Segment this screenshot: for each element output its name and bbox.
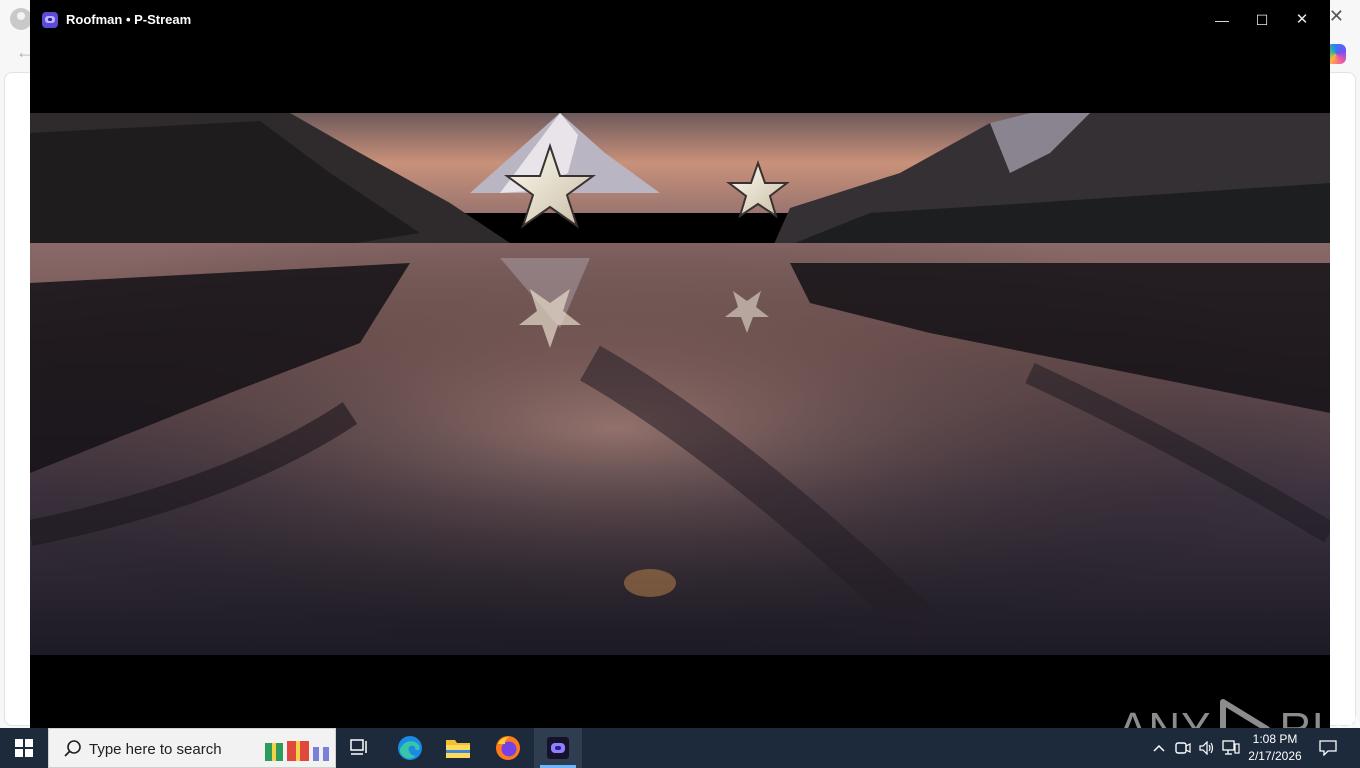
speaker-icon	[1199, 741, 1214, 755]
show-hidden-icons-button[interactable]	[1148, 728, 1170, 768]
meet-now-icon	[1175, 742, 1191, 754]
start-button[interactable]	[0, 728, 48, 768]
browser-close-icon[interactable]: ✕	[1329, 6, 1344, 27]
edge-taskbar-button[interactable]	[386, 728, 434, 768]
close-button[interactable]: ✕	[1290, 8, 1314, 32]
pstream-icon	[547, 737, 569, 759]
notification-icon	[1319, 740, 1337, 756]
file-explorer-taskbar-button[interactable]	[434, 728, 482, 768]
edge-icon	[398, 736, 422, 760]
search-icon	[64, 740, 81, 757]
notification-center-button[interactable]	[1314, 728, 1342, 768]
video-player[interactable]: ANY RUN	[30, 40, 1360, 759]
firefox-icon	[496, 736, 520, 760]
minimize-button[interactable]: —	[1210, 8, 1234, 32]
profile-avatar[interactable]	[10, 8, 32, 30]
window-title: Roofman • P-Stream	[66, 12, 192, 27]
taskbar-clock[interactable]: 1:08 PM 2/17/2026	[1244, 731, 1306, 765]
network-icon	[1222, 740, 1240, 755]
task-view-icon	[350, 739, 367, 755]
maximize-button[interactable]: ☐	[1250, 8, 1274, 32]
windows-logo-icon	[15, 739, 33, 757]
taskbar-search-box[interactable]: Type here to search	[48, 728, 336, 768]
clock-time: 1:08 PM	[1252, 732, 1298, 746]
taskbar: Type here to search 1:08 PM 2/17/2026	[0, 728, 1360, 768]
video-scene-image	[30, 113, 1330, 655]
volume-button[interactable]	[1196, 728, 1218, 768]
pstream-taskbar-button[interactable]	[534, 728, 582, 768]
title-bar[interactable]: Roofman • P-Stream — ☐ ✕	[30, 0, 1330, 40]
network-button[interactable]	[1220, 728, 1242, 768]
folder-icon	[446, 740, 470, 758]
video-frame	[30, 113, 1330, 655]
gift-boxes-icon	[265, 741, 329, 761]
meet-now-button[interactable]	[1172, 728, 1194, 768]
firefox-taskbar-button[interactable]	[484, 728, 532, 768]
clock-date: 2/17/2026	[1248, 749, 1302, 763]
task-view-button[interactable]	[336, 728, 384, 768]
pstream-app-icon	[42, 12, 58, 28]
chevron-up-icon	[1153, 744, 1165, 752]
app-window: Roofman • P-Stream — ☐ ✕	[30, 0, 1360, 759]
search-placeholder: Type here to search	[89, 741, 222, 758]
